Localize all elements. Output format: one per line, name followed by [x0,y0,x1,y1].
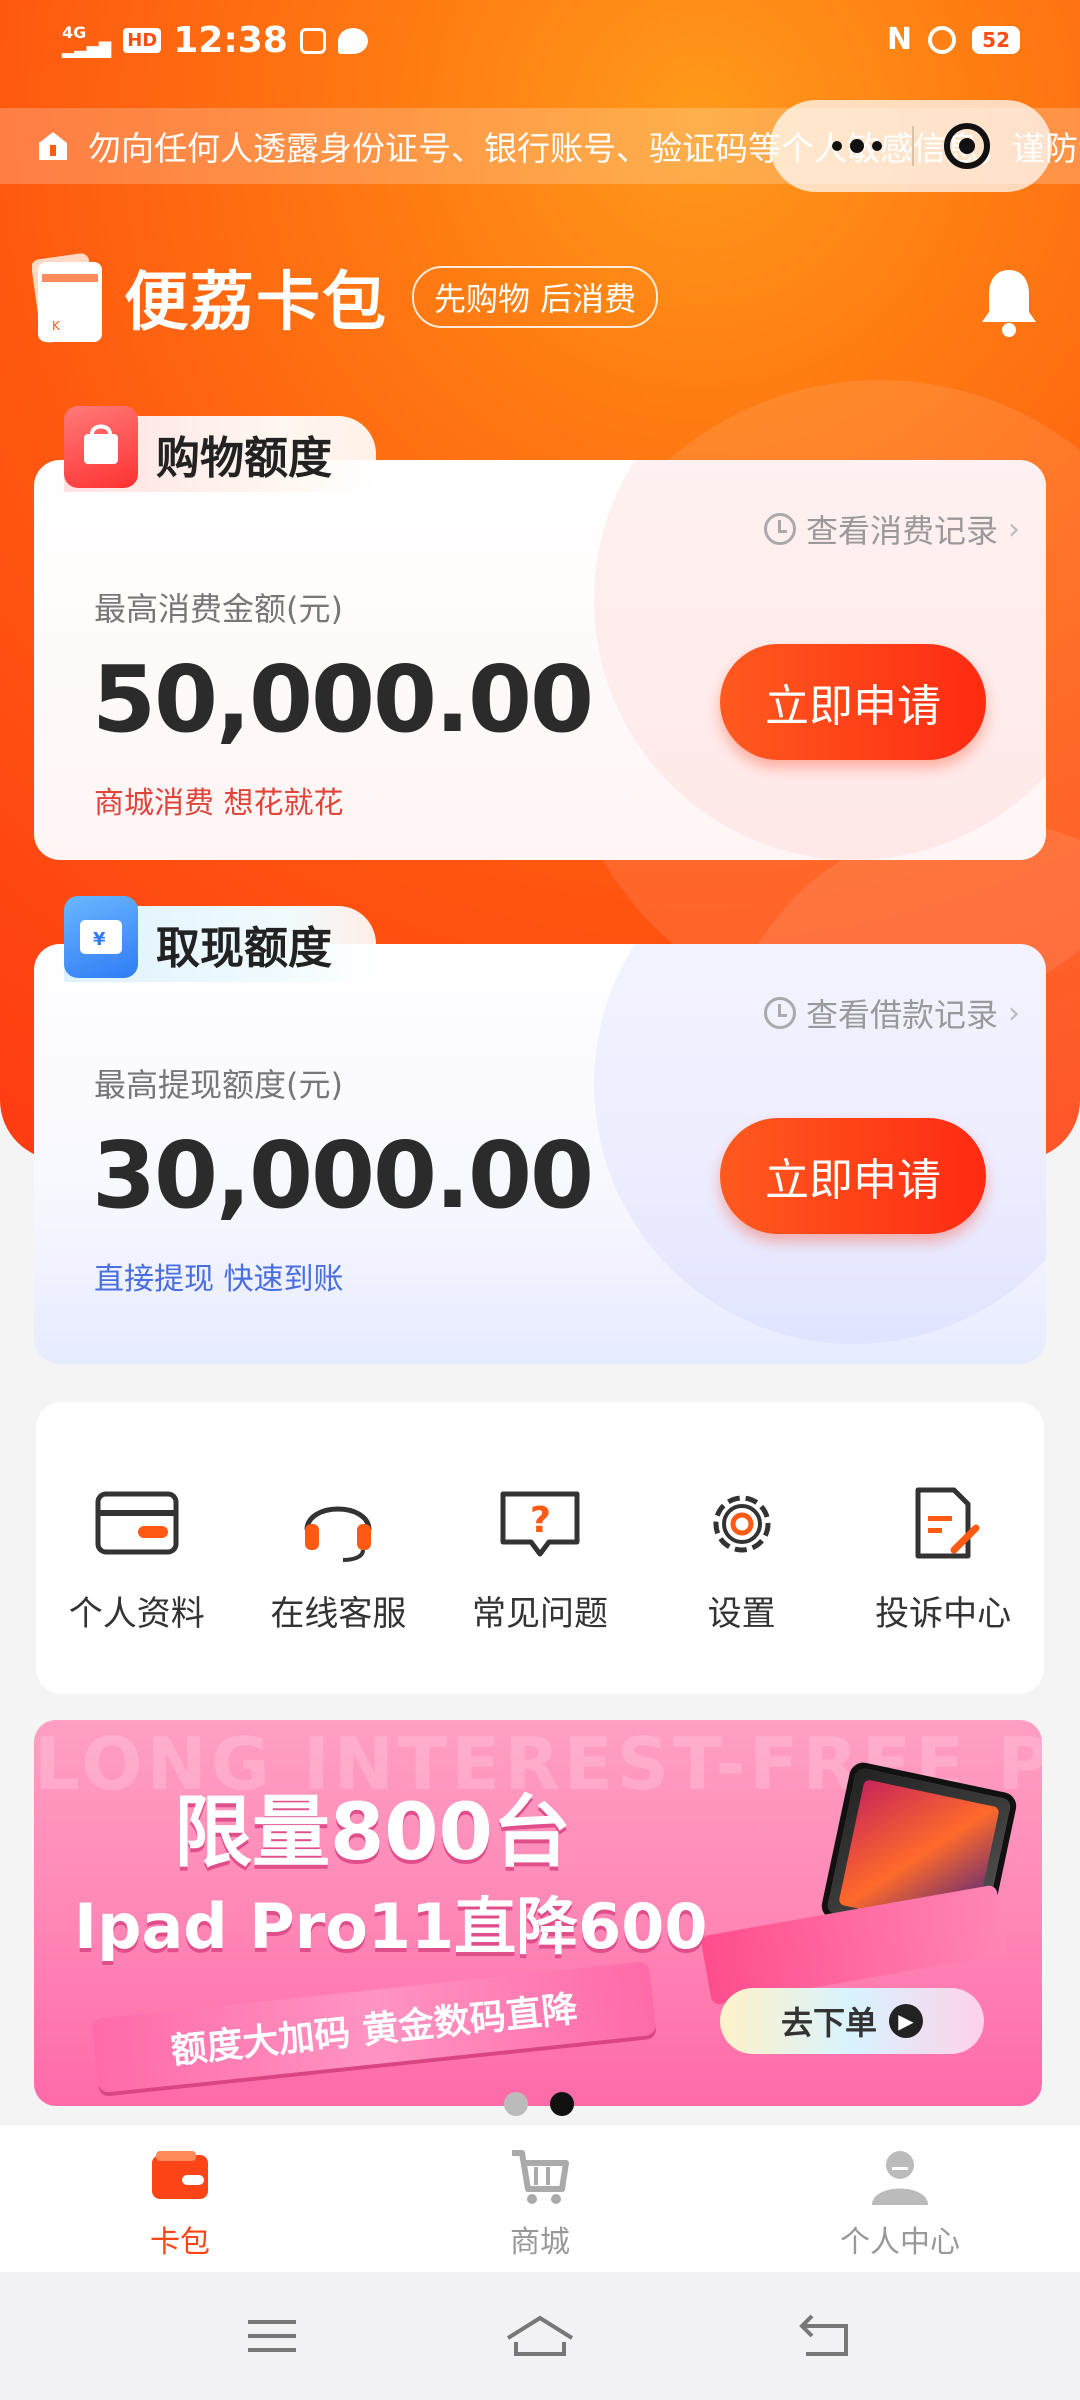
signal-icon: 4G ▂▃▅▇ [62,22,112,58]
cash-amount-label: 最高提现额度(元) [94,1066,343,1104]
cash-credit-title: 取现额度 [156,923,332,974]
app-notification-icon [299,27,326,54]
mini-program-capsule[interactable] [770,100,1052,192]
grid-label: 个人资料 [68,1594,205,1634]
grid-label: 设置 [707,1594,776,1634]
cash-subtitle: 直接提现 快速到账 [94,1262,344,1297]
status-bar: 4G ▂▃▅▇ HD 12:38 N 52 [0,0,1080,84]
brand-slogan: 先购物 后消费 [412,266,659,328]
more-icon[interactable] [832,139,882,153]
view-spending-record-link[interactable]: 查看消费记录 › [763,506,1020,552]
banner-order-button[interactable]: 去下单 ▶ [720,1988,984,2054]
hd-badge: HD [123,28,162,53]
message-icon [337,27,368,54]
wallet-logo-icon: K [31,248,106,346]
system-navigation-bar [0,2272,1080,2400]
carousel-indicator [504,2092,574,2116]
document-edit-icon [898,1484,988,1564]
shopping-credit-title: 购物额度 [156,433,332,484]
arrow-right-icon: ▶ [889,2004,923,2038]
view-loan-record-label: 查看借款记录 [805,996,998,1034]
banner-subheadline: Ipad Pro11直降600 [74,1890,708,1963]
shopping-amount-value: 50,000.00 [92,646,594,753]
alarm-icon [928,25,957,54]
clock-icon [763,513,796,545]
clock-icon [763,997,796,1029]
menu-icon[interactable] [242,2308,302,2364]
chevron-right-icon: › [1008,511,1020,547]
grid-label: 投诉中心 [875,1594,1012,1634]
view-spending-record-label: 查看消费记录 [805,512,998,550]
question-icon: ? [495,1484,585,1564]
brand-header: K 便荔卡包 先购物 后消费 [31,248,659,346]
grid-item-complaints[interactable]: 投诉中心 [843,1484,1043,1635]
card-icon [92,1484,182,1564]
shopping-credit-tab: 购物额度 [64,406,376,492]
shopping-subtitle: 商城消费 想花就花 [94,786,344,821]
bell-icon[interactable] [978,266,1040,338]
status-time: 12:38 [173,20,288,61]
view-loan-record-link[interactable]: 查看借款记录 › [763,990,1020,1036]
carousel-dot[interactable] [504,2092,528,2116]
bottom-tab-bar: 卡包 商城 个人中心 [0,2124,1080,2272]
tab-label: 个人中心 [840,2225,960,2260]
grid-label: 常见问题 [471,1594,608,1634]
carousel-dot-active[interactable] [550,2092,574,2116]
tab-wallet[interactable]: 卡包 [80,2125,280,2272]
grid-item-customer-service[interactable]: 在线客服 [238,1484,438,1635]
nfc-icon: N [887,22,913,57]
cash-amount-value: 30,000.00 [92,1122,594,1229]
headset-icon [293,1484,383,1564]
grid-item-profile[interactable]: 个人资料 [37,1484,237,1635]
svg-text:¥: ¥ [93,929,106,950]
svg-text:K: K [52,319,61,333]
shopping-apply-button[interactable]: 立即申请 [720,644,986,760]
function-grid: 个人资料 在线客服 ? 常见问题 设置 投诉中心 [36,1402,1044,1694]
shopping-bag-icon [64,406,138,488]
tab-profile[interactable]: 个人中心 [800,2125,1000,2272]
yen-card-icon: ¥ [64,896,138,978]
brand-name: 便荔卡包 [124,266,388,340]
svg-text:?: ? [530,1500,551,1541]
promo-banner[interactable]: LONG INTEREST-FREE P 限量800台 Ipad Pro11直降… [34,1720,1042,2106]
banner-headline: 限量800台 [174,1788,571,1878]
home-icon[interactable] [502,2308,578,2364]
close-target-icon[interactable] [944,123,990,169]
grid-item-faq[interactable]: ? 常见问题 [440,1484,640,1635]
tab-label: 商城 [510,2225,570,2260]
battery-indicator: 52 [972,25,1020,54]
capsule-divider [912,126,914,166]
user-icon [868,2147,932,2207]
banner-ribbon: 额度大加码 黄金数码直降 [91,1960,657,2094]
cash-credit-tab: ¥ 取现额度 [64,896,376,982]
house-alert-icon [36,129,70,163]
tab-label: 卡包 [150,2225,210,2260]
back-icon[interactable] [796,2308,856,2364]
gear-icon [697,1484,787,1564]
banner-order-label: 去下单 [780,2004,877,2042]
chevron-right-icon: › [1008,995,1020,1031]
cart-icon [508,2147,572,2207]
cash-apply-button[interactable]: 立即申请 [720,1118,986,1234]
shopping-amount-label: 最高消费金额(元) [94,590,343,628]
tab-mall[interactable]: 商城 [440,2125,640,2272]
grid-label: 在线客服 [270,1594,407,1634]
grid-item-settings[interactable]: 设置 [642,1484,842,1635]
wallet-icon [148,2147,212,2207]
